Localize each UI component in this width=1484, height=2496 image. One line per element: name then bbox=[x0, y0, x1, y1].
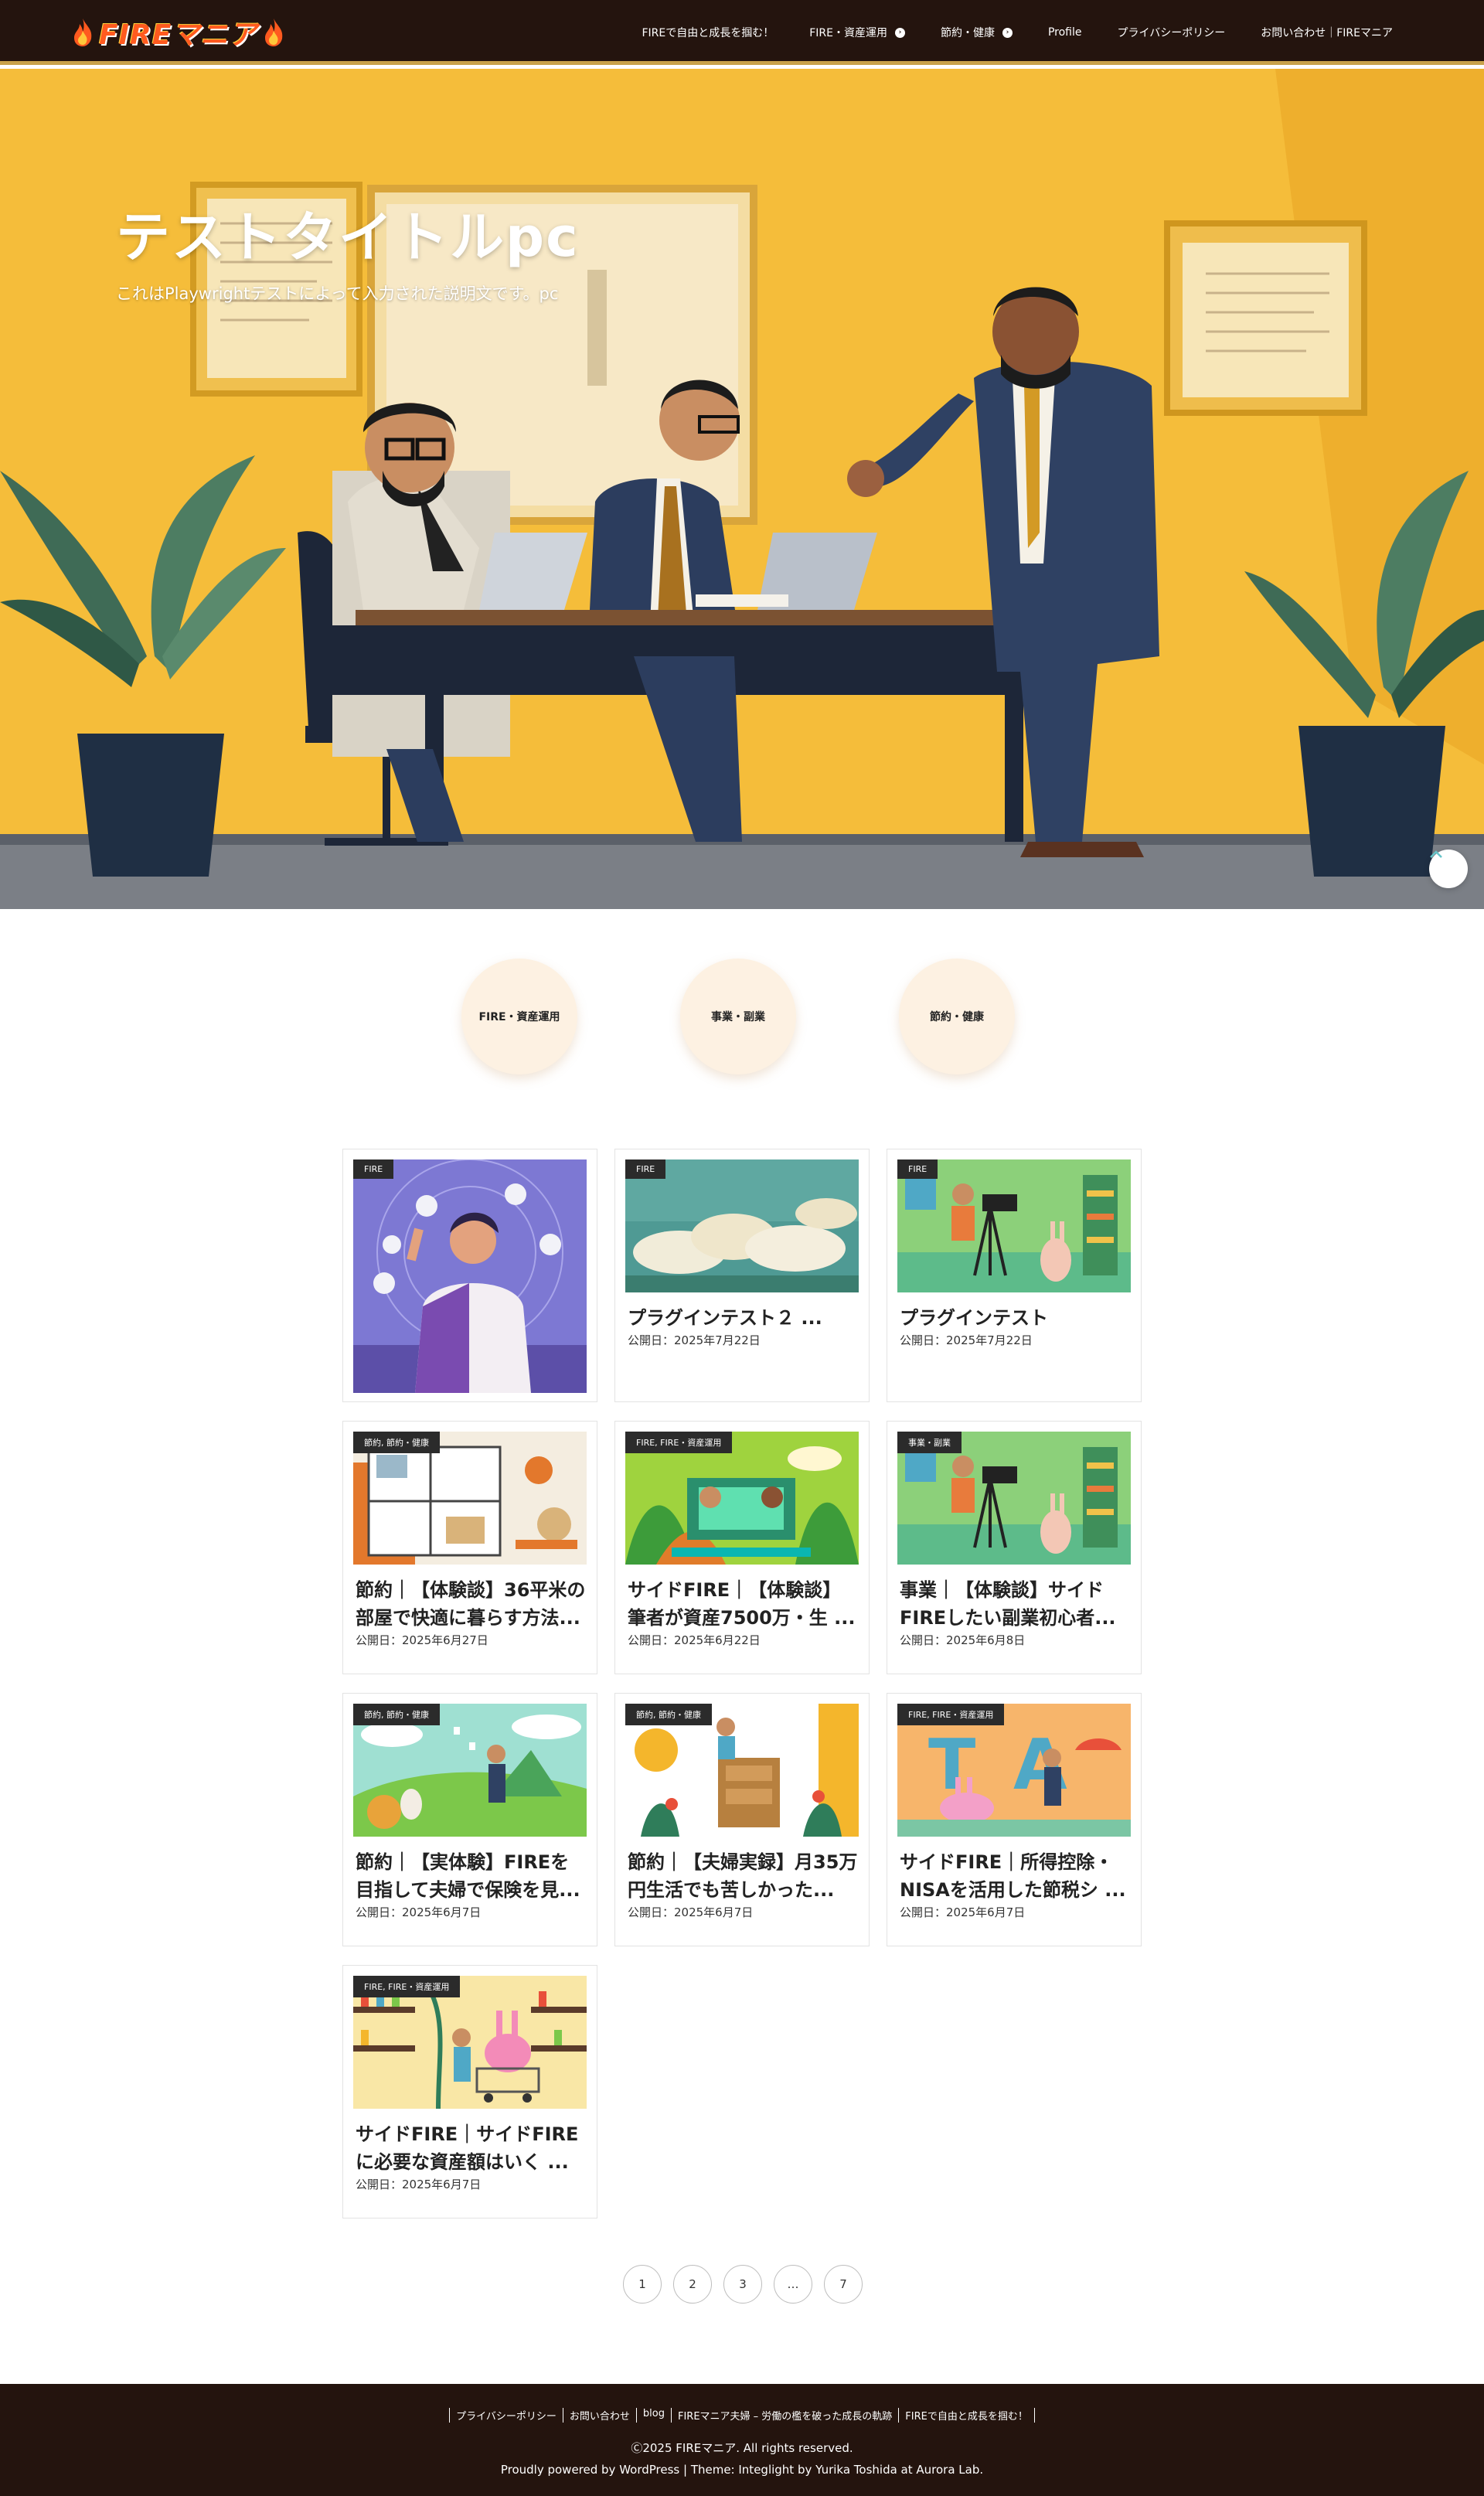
flame-icon bbox=[265, 19, 283, 46]
category-business[interactable]: 事業・副業 bbox=[680, 959, 796, 1074]
nav-item-saving[interactable]: 節約・健康 › bbox=[941, 25, 1013, 40]
footer-link-about[interactable]: FIREマニア夫婦 – 労働の檻を破った成長の軌跡 bbox=[672, 2408, 900, 2423]
post-title[interactable]: 事業｜【体験談】サイドFIREしたい副業初心者... bbox=[900, 1576, 1132, 1632]
hero-description: これはPlaywrightテストによって入力された説明文です。pc bbox=[116, 284, 559, 303]
post-category-tag[interactable]: 節約, 節約・健康 bbox=[625, 1704, 712, 1725]
post-category-tag[interactable]: 節約, 節約・健康 bbox=[353, 1704, 440, 1725]
page-ellipsis: … bbox=[774, 2265, 812, 2304]
footer-link-blog[interactable]: blog bbox=[637, 2408, 672, 2423]
footer-link-contact[interactable]: お問い合わせ bbox=[563, 2408, 637, 2423]
post-category-tag[interactable]: 事業・副業 bbox=[897, 1432, 962, 1453]
category-fire[interactable]: FIRE・資産運用 bbox=[461, 959, 577, 1074]
footer-links: プライバシーポリシー お問い合わせ blog FIREマニア夫婦 – 労働の檻を… bbox=[0, 2408, 1484, 2423]
post-title[interactable]: プラグインテスト２ ... bbox=[628, 1304, 859, 1332]
post-thumbnail bbox=[353, 1159, 587, 1393]
page-link[interactable]: 7 bbox=[824, 2265, 863, 2304]
site-logo[interactable]: FIREマニア bbox=[71, 15, 285, 51]
nav-item-fire[interactable]: FIRE・資産運用 › bbox=[809, 25, 905, 40]
post-date: 公開日：2025年6月7日 bbox=[356, 2178, 482, 2191]
flame-icon bbox=[74, 19, 92, 46]
post-category-tag[interactable]: FIRE, FIRE・資産運用 bbox=[625, 1432, 733, 1453]
copyright-text: Ⓒ2025 FIREマニア. All rights reserved. bbox=[631, 2441, 853, 2455]
post-category-tag[interactable]: 節約, 節約・健康 bbox=[353, 1432, 440, 1453]
nav-item-privacy[interactable]: プライバシーポリシー bbox=[1118, 25, 1226, 40]
logo-text: FIREマニア bbox=[99, 19, 258, 51]
powered-by-text: Proudly powered by WordPress | Theme: In… bbox=[500, 2463, 984, 2477]
post-card[interactable]: FIRE, FIRE・資産運用 サイドFIRE｜サイドFIREに必要な資産額はい… bbox=[342, 1965, 597, 2218]
pagination: 1 2 3 … 7 bbox=[623, 2265, 863, 2304]
main-nav: FIREで自由と成長を掴む！ FIRE・資産運用 › 節約・健康 › Profile… bbox=[642, 0, 1393, 65]
category-row: FIRE・資産運用 事業・副業 節約・健康 bbox=[0, 959, 1484, 1074]
post-card[interactable]: FIRE, FIRE・資産運用 サイドFIRE｜【体験談】筆者が資産7500万・… bbox=[614, 1421, 870, 1674]
post-title[interactable]: サイドFIRE｜サイドFIREに必要な資産額はいく ... bbox=[356, 2120, 587, 2176]
post-category-tag[interactable]: FIRE bbox=[353, 1159, 394, 1179]
post-title[interactable]: 節約｜【実体験】FIREを目指して夫婦で保険を見... bbox=[356, 1848, 587, 1904]
post-card[interactable]: 節約, 節約・健康 節約｜【夫婦実録】月35万円生活でも苦しかった... 公開日… bbox=[614, 1693, 870, 1946]
chevron-up-icon bbox=[1430, 850, 1442, 858]
post-category-tag[interactable]: FIRE, FIRE・資産運用 bbox=[353, 1976, 461, 1997]
post-title[interactable]: 節約｜【体験談】36平米の部屋で快適に暮らす方法... bbox=[356, 1576, 587, 1632]
post-category-tag[interactable]: FIRE bbox=[897, 1159, 938, 1179]
post-category-tag[interactable]: FIRE bbox=[625, 1159, 666, 1179]
post-card[interactable]: FIRE bbox=[342, 1149, 597, 1402]
post-card[interactable]: 事業・副業 事業｜【体験談】サイドFIREしたい副業初心者... 公開日：202… bbox=[887, 1421, 1142, 1674]
category-saving[interactable]: 節約・健康 bbox=[899, 959, 1015, 1074]
hero-title: テストタイトルpc bbox=[116, 206, 580, 269]
post-title[interactable]: サイドFIRE｜所得控除・NISAを活用した節税シ ... bbox=[900, 1848, 1132, 1904]
nav-item-profile[interactable]: Profile bbox=[1048, 26, 1082, 39]
post-card[interactable]: T A FIRE, FIRE・資産運用 サイドFIRE｜所得控除・NISAを活用… bbox=[887, 1693, 1142, 1946]
post-title[interactable]: 節約｜【夫婦実録】月35万円生活でも苦しかった... bbox=[628, 1848, 859, 1904]
chevron-down-icon[interactable]: › bbox=[1002, 27, 1013, 38]
post-date: 公開日：2025年6月7日 bbox=[900, 1905, 1026, 1919]
hero-banner: テストタイトルpc これはPlaywrightテストによって入力された説明文です… bbox=[0, 69, 1484, 909]
post-date: 公開日：2025年7月22日 bbox=[900, 1333, 1033, 1347]
post-card[interactable]: FIRE プラグインテスト２ ... 公開日：2025年7月22日 bbox=[614, 1149, 870, 1402]
page-link[interactable]: 1 bbox=[623, 2265, 662, 2304]
footer-link-privacy[interactable]: プライバシーポリシー bbox=[449, 2408, 563, 2423]
scroll-top-button[interactable] bbox=[1429, 850, 1468, 888]
page-link[interactable]: 2 bbox=[673, 2265, 712, 2304]
post-card[interactable]: 節約, 節約・健康 節約｜【体験談】36平米の部屋で快適に暮らす方法... 公開… bbox=[342, 1421, 597, 1674]
post-date: 公開日：2025年6月7日 bbox=[628, 1905, 754, 1919]
site-footer: プライバシーポリシー お問い合わせ blog FIREマニア夫婦 – 労働の檻を… bbox=[0, 2384, 1484, 2496]
post-card[interactable]: 節約, 節約・健康 節約｜【実体験】FIREを目指して夫婦で保険を見... 公開… bbox=[342, 1693, 597, 1946]
nav-item-contact[interactable]: お問い合わせ｜FIREマニア bbox=[1261, 25, 1393, 40]
page-link[interactable]: 3 bbox=[723, 2265, 762, 2304]
post-title[interactable]: サイドFIRE｜【体験談】筆者が資産7500万・生 ... bbox=[628, 1576, 859, 1632]
site-header: FIREマニア FIREで自由と成長を掴む！ FIRE・資産運用 › 節約・健康 ›… bbox=[0, 0, 1484, 65]
post-category-tag[interactable]: FIRE, FIRE・資産運用 bbox=[897, 1704, 1005, 1725]
post-thumbnail bbox=[625, 1159, 859, 1292]
nav-item-home[interactable]: FIREで自由と成長を掴む！ bbox=[642, 25, 774, 40]
post-thumbnail bbox=[897, 1159, 1131, 1292]
post-title[interactable]: プラグインテスト bbox=[900, 1304, 1132, 1332]
footer-link-home[interactable]: FIREで自由と成長を掴む！ bbox=[899, 2408, 1035, 2423]
post-card[interactable]: FIRE プラグインテスト 公開日：2025年7月22日 bbox=[887, 1149, 1142, 1402]
post-date: 公開日：2025年6月7日 bbox=[356, 1905, 482, 1919]
chevron-down-icon[interactable]: › bbox=[894, 27, 905, 38]
post-date: 公開日：2025年6月27日 bbox=[356, 1633, 488, 1647]
post-date: 公開日：2025年6月22日 bbox=[628, 1633, 761, 1647]
post-date: 公開日：2025年6月8日 bbox=[900, 1633, 1026, 1647]
post-date: 公開日：2025年7月22日 bbox=[628, 1333, 761, 1347]
